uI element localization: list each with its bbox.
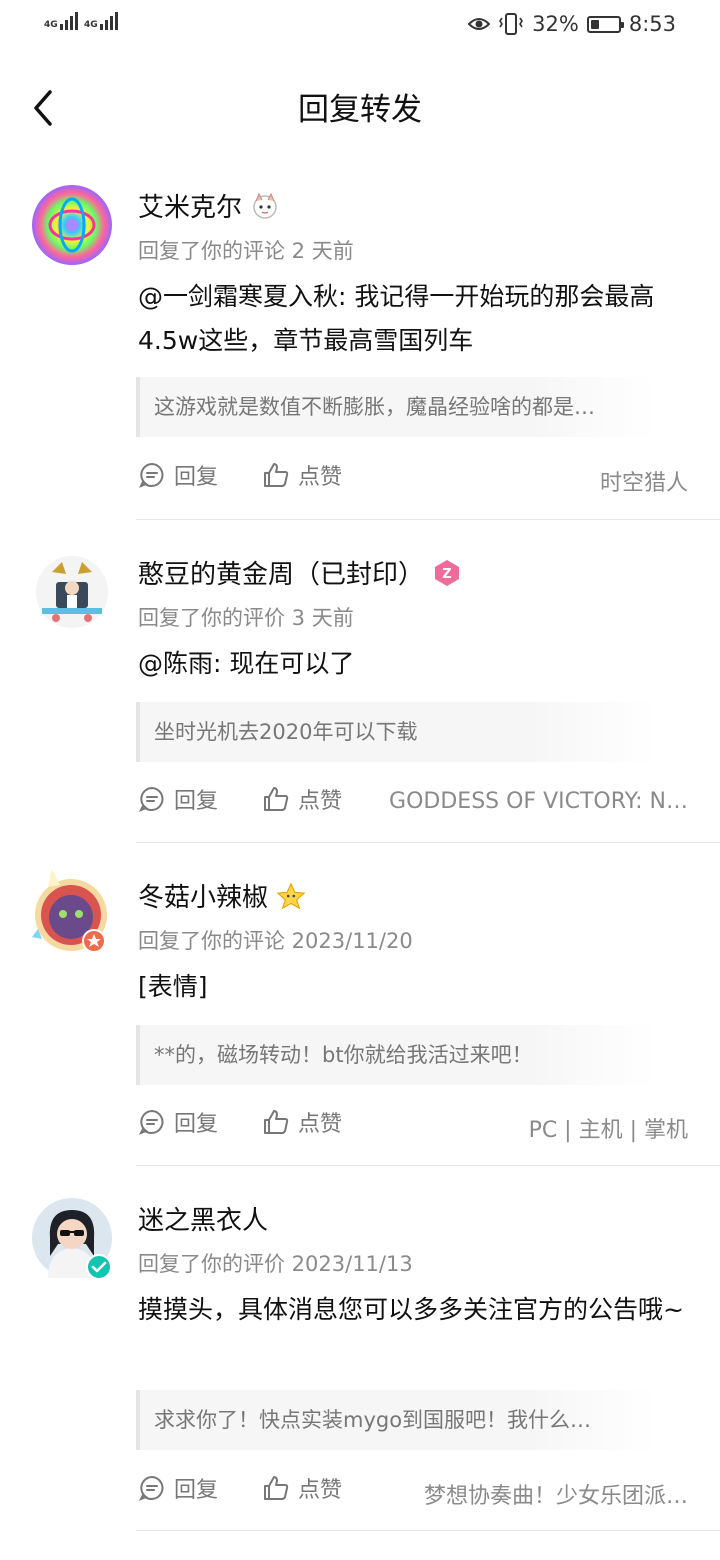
verified-badge-icon bbox=[86, 1254, 112, 1280]
comment-icon bbox=[138, 1109, 164, 1135]
reply-label: 回复 bbox=[174, 1478, 219, 1503]
comment-icon bbox=[138, 1475, 164, 1501]
comment-icon bbox=[138, 462, 164, 488]
like-button[interactable]: 点赞 bbox=[262, 459, 342, 491]
list-item[interactable]: 迷之黑衣人 回复了你的评价 2023/11/13 摸摸头，具体消息您可以多多关注… bbox=[0, 1178, 720, 1531]
avatar[interactable] bbox=[32, 869, 112, 955]
reply-content[interactable]: @陈雨: 现在可以了 bbox=[138, 642, 698, 686]
network-type-label: 4G bbox=[84, 20, 98, 30]
item-actions: 回复 点赞 时空猎人 bbox=[138, 459, 688, 499]
avatar[interactable] bbox=[32, 1198, 112, 1280]
divider bbox=[136, 519, 720, 520]
source-app-link[interactable]: 梦想协奏曲！少女乐团派… bbox=[424, 1478, 688, 1510]
avatar[interactable] bbox=[32, 552, 112, 632]
item-actions: 回复 点赞 梦想协奏曲！少女乐团派… bbox=[138, 1472, 688, 1512]
status-bar: 4G 4G 32% 8:53 bbox=[0, 0, 720, 52]
reply-content[interactable]: 摸摸头，具体消息您可以多多关注官方的公告哦~ bbox=[138, 1288, 698, 1332]
source-app-link[interactable]: PC | 主机 | 掌机 bbox=[529, 1112, 688, 1144]
like-label: 点赞 bbox=[298, 1112, 343, 1137]
divider bbox=[136, 1530, 720, 1531]
like-button[interactable]: 点赞 bbox=[262, 1106, 342, 1138]
username[interactable]: 憨豆的黄金周（已封印） bbox=[138, 554, 424, 591]
battery-icon bbox=[586, 15, 624, 33]
reply-content[interactable]: [表情] bbox=[138, 965, 698, 1009]
like-button[interactable]: 点赞 bbox=[262, 1472, 342, 1504]
thumbs-up-icon bbox=[264, 463, 289, 487]
username[interactable]: 迷之黑衣人 bbox=[138, 1200, 268, 1237]
signal-icon-sim1: 4G bbox=[44, 12, 78, 30]
vibrate-icon bbox=[499, 13, 524, 35]
quoted-comment[interactable]: 求求你了！快点实装mygo到国服吧！我什么… bbox=[136, 1390, 656, 1450]
reply-label: 回复 bbox=[174, 465, 219, 490]
like-label: 点赞 bbox=[298, 1478, 343, 1503]
network-type-label: 4G bbox=[44, 20, 58, 30]
reply-button[interactable]: 回复 bbox=[138, 1472, 218, 1504]
signal-icon-sim2: 4G bbox=[84, 12, 118, 30]
thumbs-up-icon bbox=[264, 787, 289, 811]
page-title: 回复转发 bbox=[298, 92, 422, 128]
item-actions: 回复 点赞 PC | 主机 | 掌机 bbox=[138, 1106, 688, 1146]
list-item[interactable]: 憨豆的黄金周（已封印） Z 回复了你的评价 3 天前 @陈雨: 现在可以了 坐时… bbox=[0, 532, 720, 854]
thumbs-up-icon bbox=[264, 1110, 289, 1134]
quoted-comment[interactable]: **的，磁场转动！bt你就给我活过来吧！ bbox=[136, 1025, 656, 1085]
username[interactable]: 艾米克尔 bbox=[138, 187, 242, 224]
avatar[interactable] bbox=[32, 185, 112, 265]
eye-icon bbox=[468, 18, 491, 30]
reply-meta: 回复了你的评价 2023/11/13 bbox=[138, 1252, 413, 1276]
battery-level-fill bbox=[590, 19, 599, 29]
like-label: 点赞 bbox=[298, 789, 343, 814]
battery-percent: 32% bbox=[532, 12, 579, 36]
comment-icon bbox=[138, 786, 164, 812]
divider bbox=[136, 842, 720, 843]
source-app-link[interactable]: 时空猎人 bbox=[600, 465, 688, 497]
mascot-badge-icon bbox=[250, 191, 280, 221]
list-item[interactable]: 艾米克尔 回复了你的评论 2 天前 @一剑霜寒夏入秋: 我记得一开始玩的那会最高… bbox=[0, 165, 720, 520]
list-item[interactable]: 冬菇小辣椒 回复了你的评论 2023/11/20 [表情] **的，磁场转动！b… bbox=[0, 855, 720, 1177]
thumbs-up-icon bbox=[264, 1476, 289, 1500]
username[interactable]: 冬菇小辣椒 bbox=[138, 877, 268, 914]
reply-label: 回复 bbox=[174, 789, 219, 814]
verified-creator-badge-icon: Z bbox=[432, 558, 462, 588]
reply-button[interactable]: 回复 bbox=[138, 1106, 218, 1138]
reply-content[interactable]: @一剑霜寒夏入秋: 我记得一开始玩的那会最高4.5w这些，章节最高雪国列车 bbox=[138, 275, 698, 363]
divider bbox=[136, 1165, 720, 1166]
star-badge-icon bbox=[276, 881, 306, 911]
clock-time: 8:53 bbox=[628, 12, 676, 36]
quoted-comment[interactable]: 坐时光机去2020年可以下载 bbox=[136, 702, 656, 762]
quoted-comment[interactable]: 这游戏就是数值不断膨胀，魔晶经验啥的都是… bbox=[136, 377, 656, 437]
svg-text:Z: Z bbox=[442, 567, 451, 582]
reply-button[interactable]: 回复 bbox=[138, 459, 218, 491]
reply-meta: 回复了你的评论 2 天前 bbox=[138, 239, 354, 263]
item-actions: 回复 点赞 GODDESS OF VICTORY: N… bbox=[138, 783, 688, 823]
reply-meta: 回复了你的评价 3 天前 bbox=[138, 606, 354, 630]
reply-label: 回复 bbox=[174, 1112, 219, 1137]
source-app-link[interactable]: GODDESS OF VICTORY: N… bbox=[389, 789, 688, 814]
reply-button[interactable]: 回复 bbox=[138, 783, 218, 815]
app-header: 回复转发 bbox=[0, 52, 720, 162]
like-label: 点赞 bbox=[298, 465, 343, 490]
like-button[interactable]: 点赞 bbox=[262, 783, 342, 815]
reply-meta: 回复了你的评论 2023/11/20 bbox=[138, 929, 413, 953]
